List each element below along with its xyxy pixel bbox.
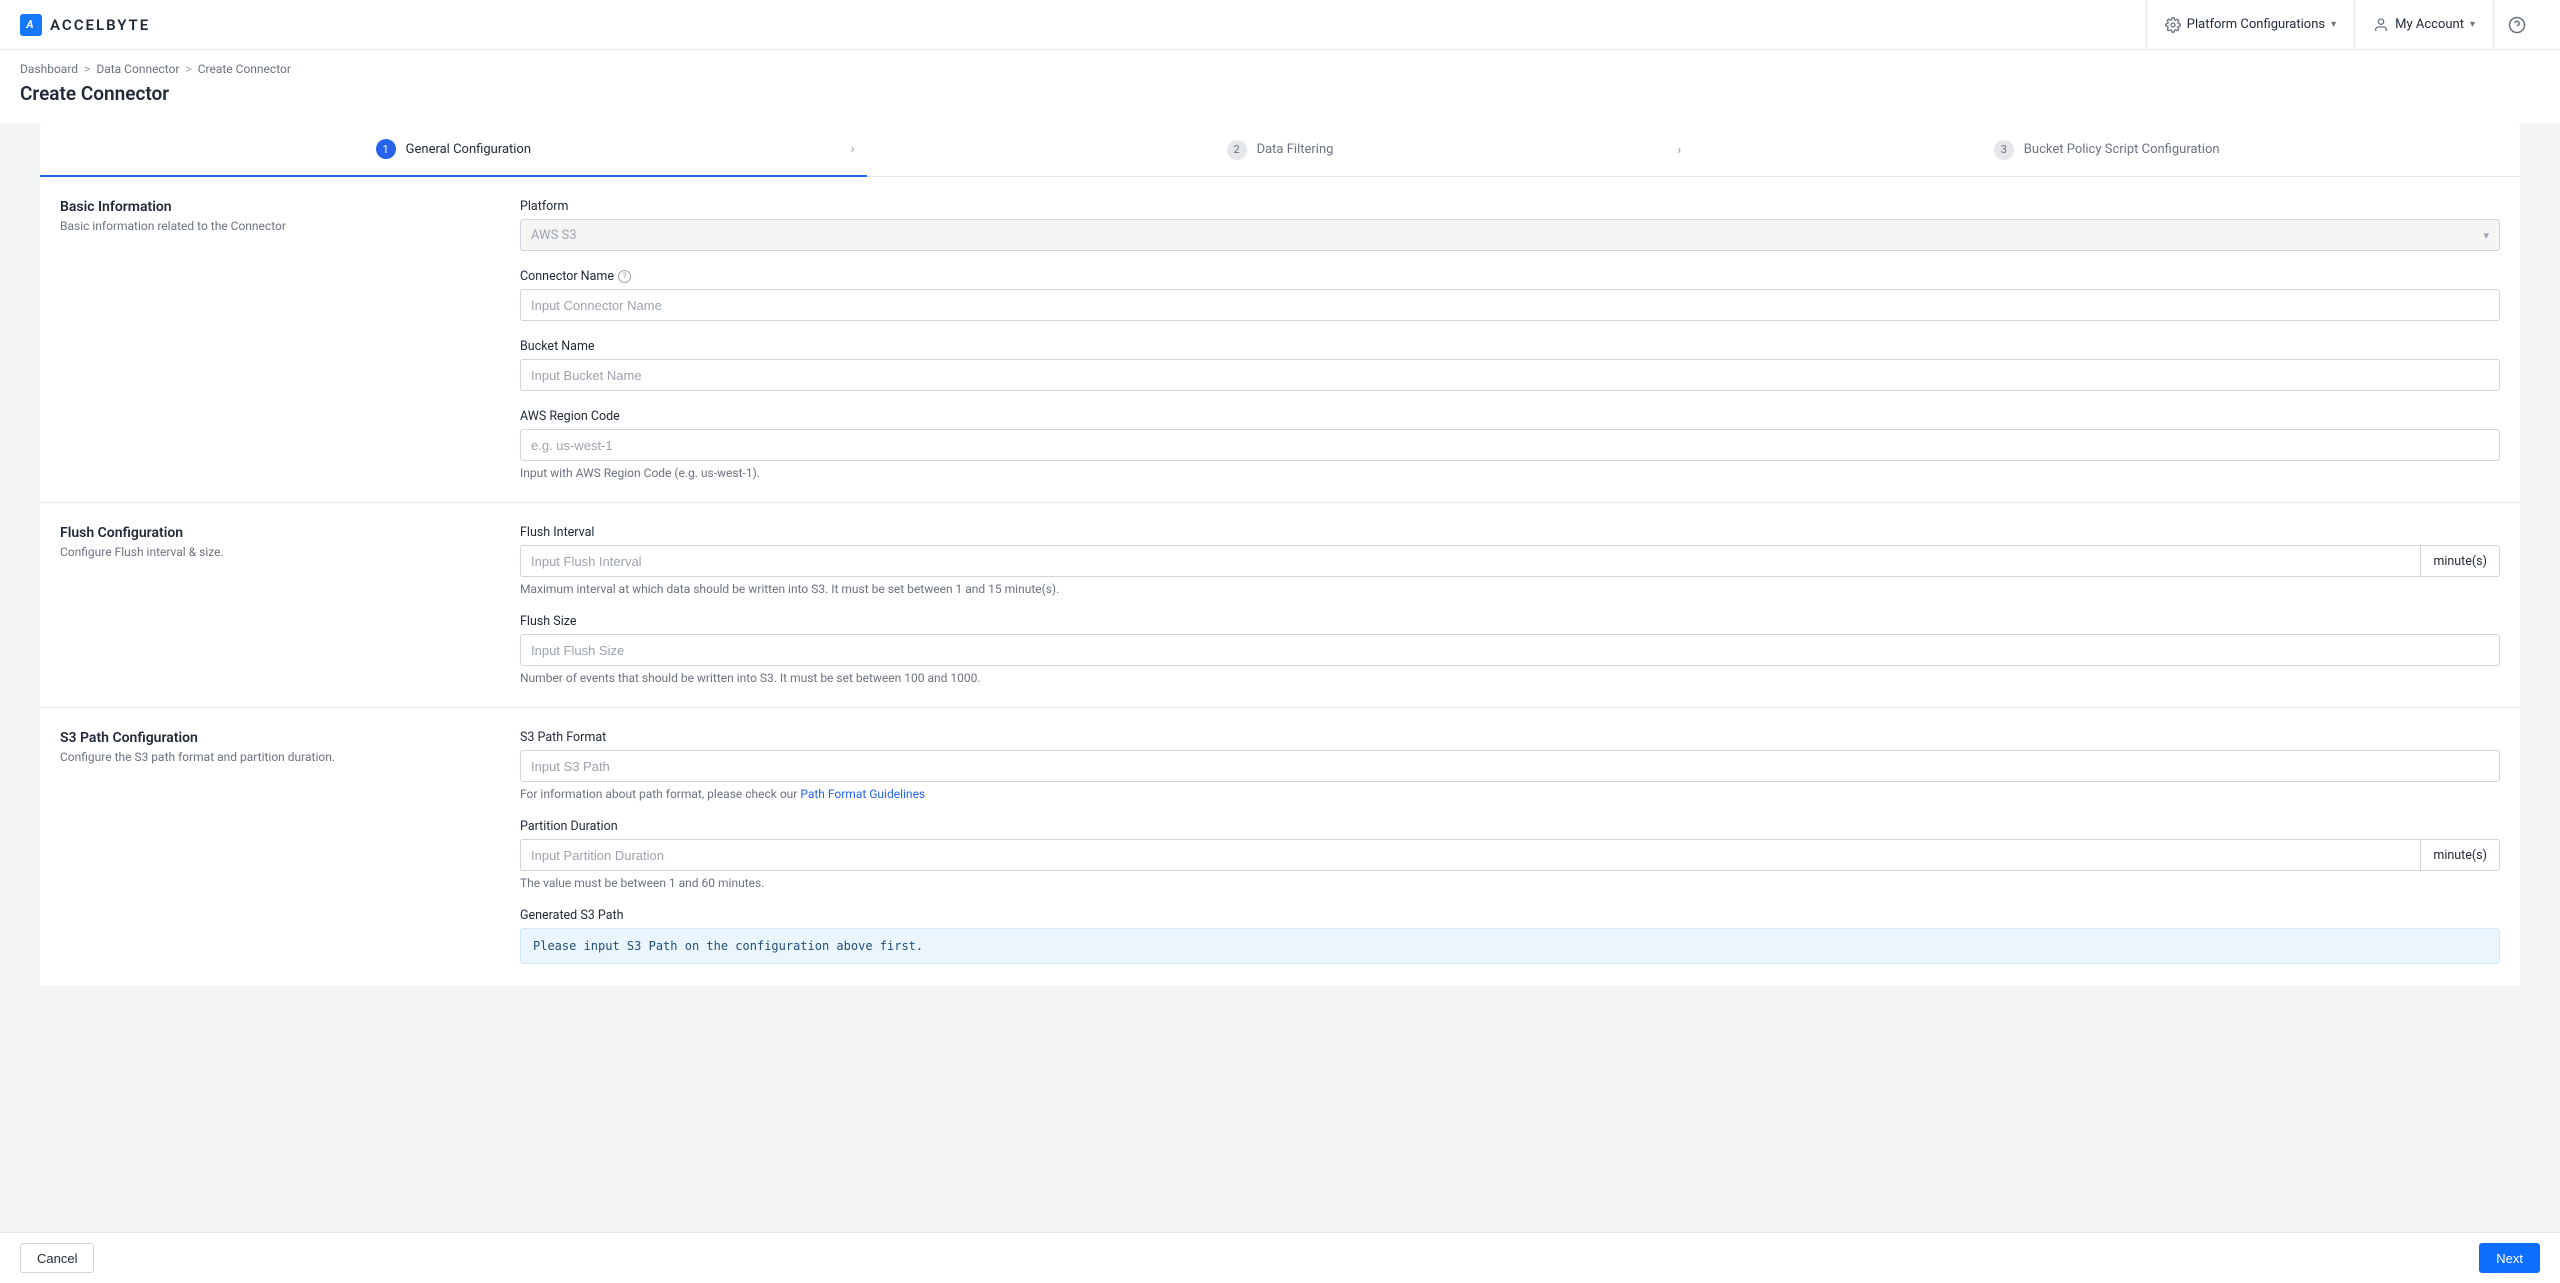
- section-flush-configuration: Flush Configuration Configure Flush inte…: [40, 503, 2520, 708]
- form-footer: Cancel Next: [0, 1232, 2560, 1283]
- section-title: Basic Information: [60, 199, 480, 215]
- stepper: 1 General Configuration › 2 Data Filteri…: [40, 123, 2520, 177]
- breadcrumb-dashboard[interactable]: Dashboard: [20, 62, 78, 76]
- aws-region-label: AWS Region Code: [520, 409, 2500, 424]
- section-heading: S3 Path Configuration Configure the S3 p…: [60, 730, 480, 964]
- section-fields: Flush Interval minute(s) Maximum interva…: [520, 525, 2500, 685]
- platform-configurations-label: Platform Configurations: [2187, 17, 2325, 32]
- section-title: Flush Configuration: [60, 525, 480, 541]
- app-root: A ACCELBYTE Platform Configurations ▾ My…: [0, 0, 2560, 1283]
- field-generated-s3-path: Generated S3 Path Please input S3 Path o…: [520, 908, 2500, 964]
- breadcrumb-data-connector[interactable]: Data Connector: [96, 62, 179, 76]
- chevron-right-icon: ›: [850, 141, 854, 157]
- s3-path-format-hint: For information about path format, pleas…: [520, 787, 2500, 801]
- content-scroll[interactable]: 1 General Configuration › 2 Data Filteri…: [0, 123, 2560, 1232]
- section-s3-path-configuration: S3 Path Configuration Configure the S3 p…: [40, 708, 2520, 986]
- section-description: Configure the S3 path format and partiti…: [60, 750, 480, 764]
- section-fields: Platform AWS S3 ▾ Connector Name ?: [520, 199, 2500, 480]
- my-account-label: My Account: [2395, 17, 2464, 32]
- bucket-name-input[interactable]: [520, 359, 2500, 391]
- s3-path-format-label: S3 Path Format: [520, 730, 2500, 745]
- field-partition-duration: Partition Duration minute(s) The value m…: [520, 819, 2500, 890]
- step-number: 1: [376, 139, 396, 159]
- platform-configurations-menu[interactable]: Platform Configurations ▾: [2146, 0, 2354, 49]
- flush-interval-hint: Maximum interval at which data should be…: [520, 582, 2500, 596]
- user-icon: [2373, 17, 2389, 33]
- partition-duration-suffix: minute(s): [2420, 839, 2500, 871]
- partition-duration-input-group: minute(s): [520, 839, 2500, 871]
- chevron-down-icon: ▾: [2331, 19, 2336, 30]
- topbar: A ACCELBYTE Platform Configurations ▾ My…: [0, 0, 2560, 50]
- path-format-guidelines-link[interactable]: Path Format Guidelines: [800, 787, 925, 801]
- connector-name-input[interactable]: [520, 289, 2500, 321]
- connector-name-label-text: Connector Name: [520, 269, 614, 284]
- field-connector-name: Connector Name ?: [520, 269, 2500, 321]
- platform-select: AWS S3 ▾: [520, 219, 2500, 251]
- flush-size-hint: Number of events that should be written …: [520, 671, 2500, 685]
- section-description: Basic information related to the Connect…: [60, 219, 480, 233]
- section-title: S3 Path Configuration: [60, 730, 480, 746]
- step-number: 2: [1227, 140, 1247, 160]
- chevron-right-icon: ›: [1677, 142, 1681, 158]
- cancel-button[interactable]: Cancel: [20, 1243, 94, 1273]
- form-card: 1 General Configuration › 2 Data Filteri…: [40, 123, 2520, 986]
- section-heading: Flush Configuration Configure Flush inte…: [60, 525, 480, 685]
- page-title: Create Connector: [20, 82, 2540, 105]
- generated-s3-path-label: Generated S3 Path: [520, 908, 2500, 923]
- breadcrumb-separator: >: [84, 62, 90, 76]
- info-icon[interactable]: ?: [618, 270, 631, 283]
- s3-path-format-hint-text: For information about path format, pleas…: [520, 787, 800, 801]
- section-fields: S3 Path Format For information about pat…: [520, 730, 2500, 964]
- section-heading: Basic Information Basic information rela…: [60, 199, 480, 480]
- section-basic-information: Basic Information Basic information rela…: [40, 177, 2520, 503]
- step-label: Bucket Policy Script Configuration: [2024, 142, 2220, 157]
- field-flush-size: Flush Size Number of events that should …: [520, 614, 2500, 685]
- field-bucket-name: Bucket Name: [520, 339, 2500, 391]
- brand-name: ACCELBYTE: [50, 16, 150, 34]
- partition-duration-hint: The value must be between 1 and 60 minut…: [520, 876, 2500, 890]
- page-header: Dashboard > Data Connector > Create Conn…: [0, 50, 2560, 123]
- chevron-down-icon: ▾: [2470, 19, 2475, 30]
- breadcrumb: Dashboard > Data Connector > Create Conn…: [20, 62, 2540, 76]
- platform-label: Platform: [520, 199, 2500, 214]
- help-icon: [2508, 16, 2526, 34]
- topbar-right: Platform Configurations ▾ My Account ▾: [2146, 0, 2540, 49]
- flush-interval-input[interactable]: [520, 545, 2420, 577]
- bucket-name-label: Bucket Name: [520, 339, 2500, 354]
- partition-duration-label: Partition Duration: [520, 819, 2500, 834]
- flush-interval-suffix: minute(s): [2420, 545, 2500, 577]
- field-s3-path-format: S3 Path Format For information about pat…: [520, 730, 2500, 801]
- step-label: General Configuration: [406, 142, 531, 157]
- gear-icon: [2165, 17, 2181, 33]
- field-platform: Platform AWS S3 ▾: [520, 199, 2500, 251]
- breadcrumb-current: Create Connector: [198, 62, 291, 76]
- generated-s3-path-output: Please input S3 Path on the configuratio…: [520, 928, 2500, 964]
- step-data-filtering[interactable]: 2 Data Filtering ›: [867, 123, 1694, 176]
- aws-region-input[interactable]: [520, 429, 2500, 461]
- aws-region-hint: Input with AWS Region Code (e.g. us-west…: [520, 466, 2500, 480]
- brand-logo-icon: A: [20, 14, 42, 36]
- flush-interval-input-group: minute(s): [520, 545, 2500, 577]
- next-button[interactable]: Next: [2479, 1243, 2540, 1273]
- field-aws-region: AWS Region Code Input with AWS Region Co…: [520, 409, 2500, 480]
- flush-interval-label: Flush Interval: [520, 525, 2500, 540]
- partition-duration-input[interactable]: [520, 839, 2420, 871]
- chevron-down-icon: ▾: [2483, 229, 2489, 242]
- s3-path-format-input[interactable]: [520, 750, 2500, 782]
- platform-value: AWS S3: [531, 228, 577, 243]
- step-label: Data Filtering: [1257, 142, 1334, 157]
- connector-name-label: Connector Name ?: [520, 269, 2500, 284]
- step-general-configuration[interactable]: 1 General Configuration ›: [40, 123, 867, 177]
- my-account-menu[interactable]: My Account ▾: [2354, 0, 2493, 49]
- step-bucket-policy[interactable]: 3 Bucket Policy Script Configuration: [1693, 123, 2520, 176]
- field-flush-interval: Flush Interval minute(s) Maximum interva…: [520, 525, 2500, 596]
- breadcrumb-separator: >: [185, 62, 191, 76]
- help-button[interactable]: [2493, 0, 2540, 49]
- step-number: 3: [1994, 140, 2014, 160]
- flush-size-input[interactable]: [520, 634, 2500, 666]
- flush-size-label: Flush Size: [520, 614, 2500, 629]
- brand: A ACCELBYTE: [20, 14, 150, 36]
- section-description: Configure Flush interval & size.: [60, 545, 480, 559]
